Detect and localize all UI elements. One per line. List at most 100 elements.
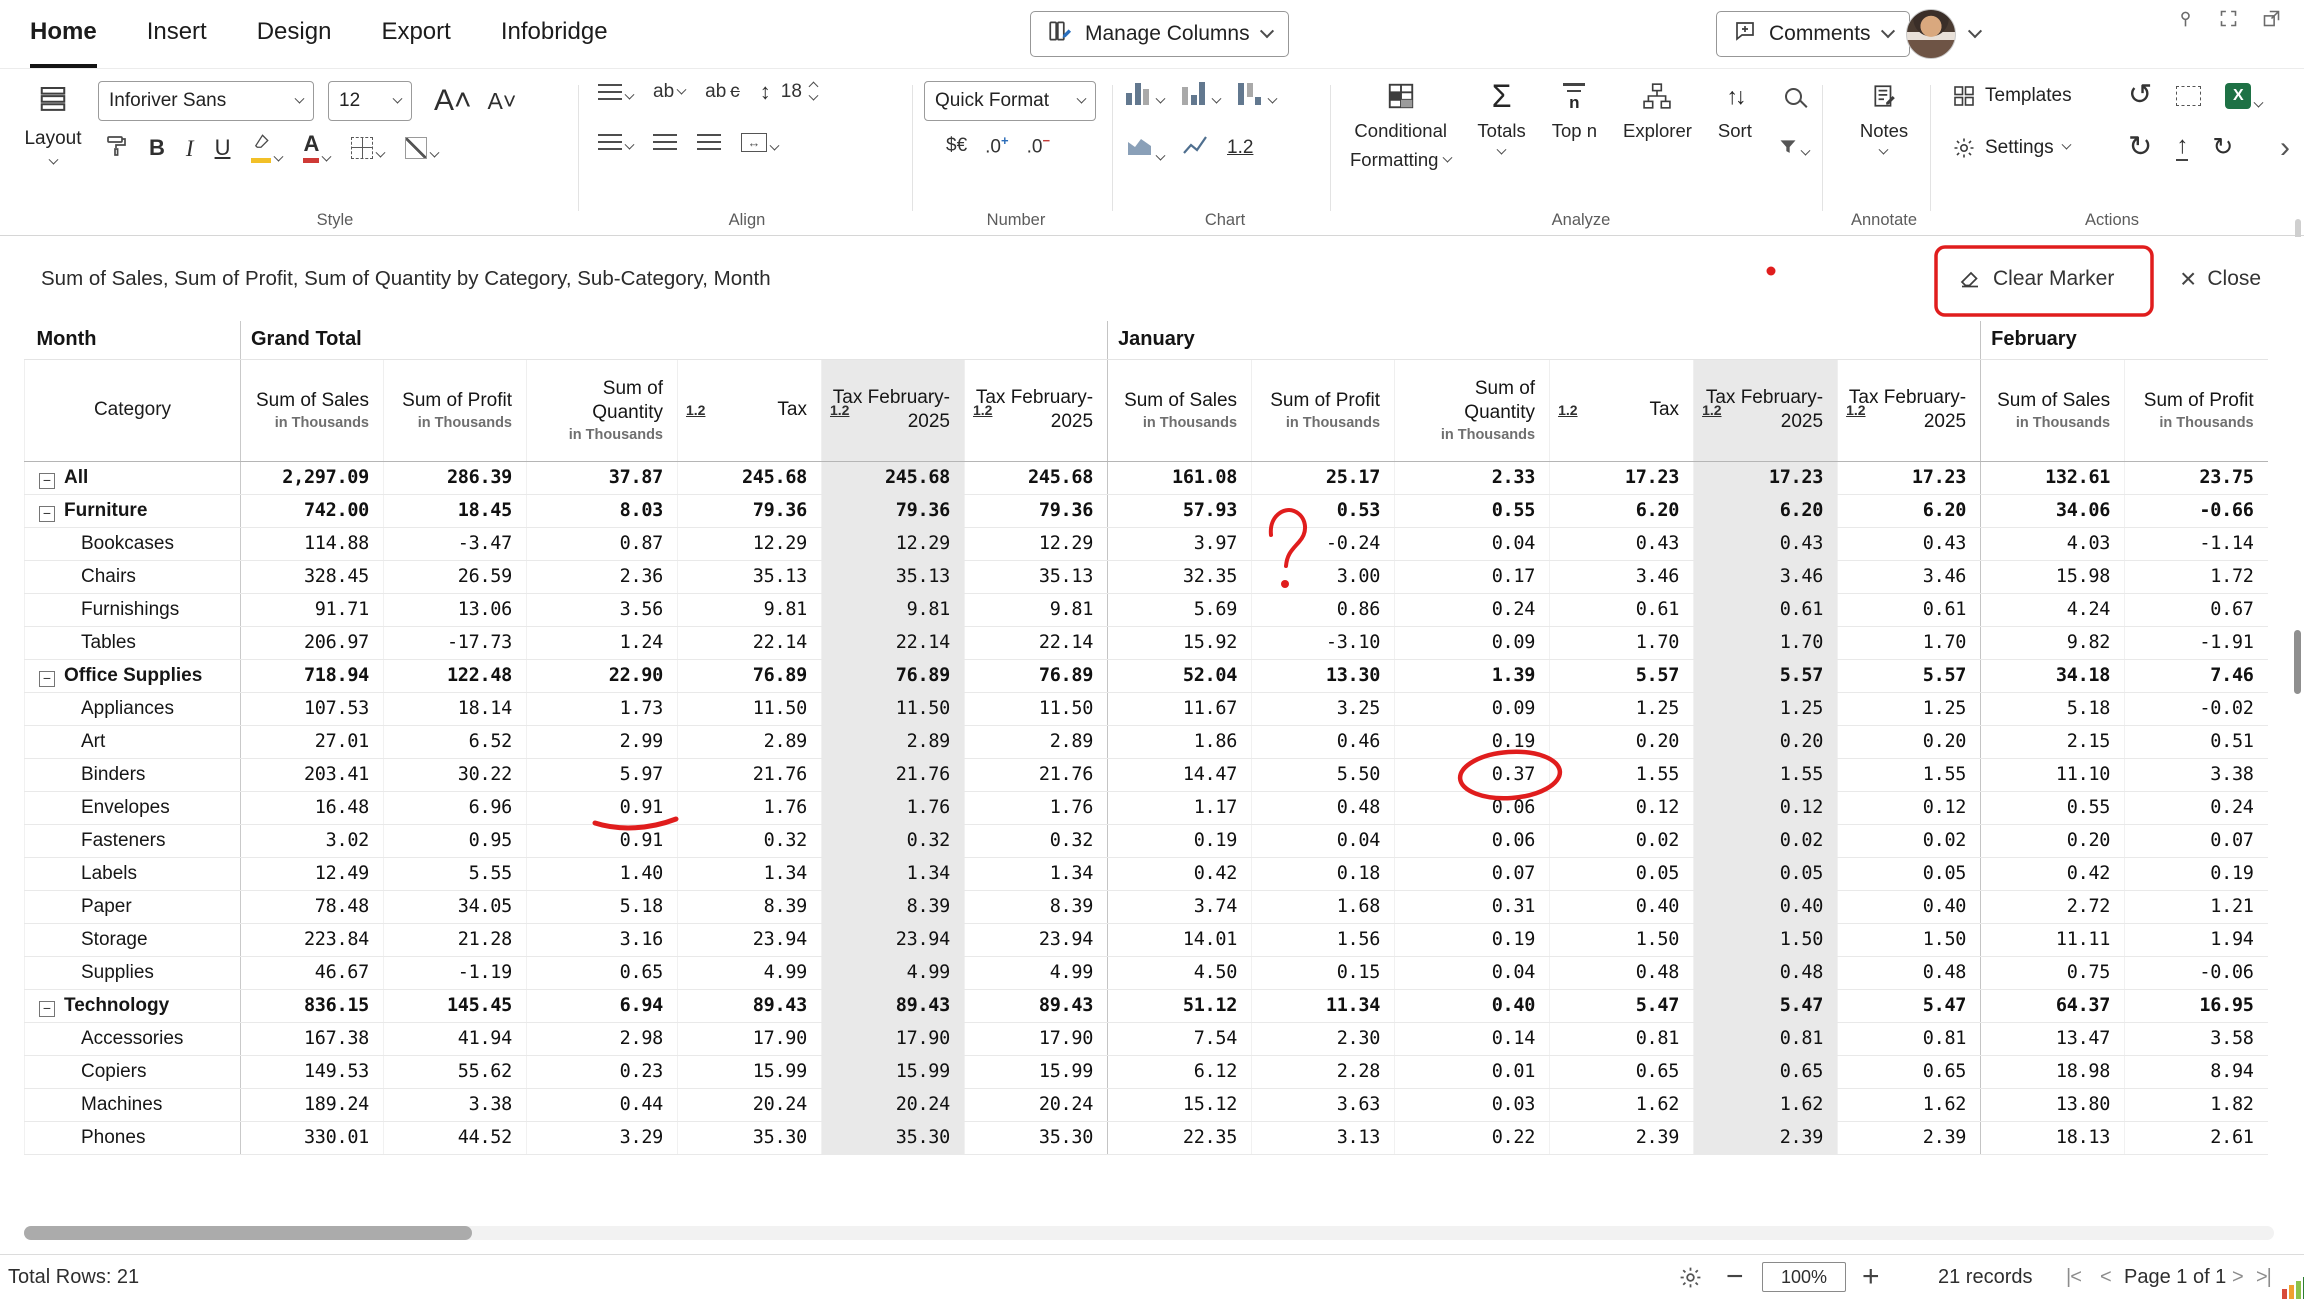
value-cell[interactable]: 189.24 bbox=[241, 1088, 384, 1121]
value-cell[interactable]: 0.40 bbox=[1838, 890, 1981, 923]
row-label[interactable]: Bookcases bbox=[25, 527, 241, 560]
row-label[interactable]: Accessories bbox=[25, 1022, 241, 1055]
collapse-icon[interactable]: − bbox=[39, 473, 55, 489]
value-cell[interactable]: 2.39 bbox=[1838, 1121, 1981, 1154]
collapse-icon[interactable]: − bbox=[39, 671, 55, 687]
currency-button[interactable]: $€ bbox=[946, 135, 967, 157]
value-cell[interactable]: 34.18 bbox=[1981, 659, 2125, 692]
value-cell[interactable]: -17.73 bbox=[384, 626, 527, 659]
value-cell[interactable]: 0.12 bbox=[1694, 791, 1838, 824]
value-cell[interactable]: 2.89 bbox=[678, 725, 822, 758]
column-header[interactable]: 1.2Tax February-2025 bbox=[965, 359, 1108, 461]
value-cell[interactable]: 1.50 bbox=[1694, 923, 1838, 956]
pin-icon[interactable] bbox=[2175, 8, 2196, 29]
value-cell[interactable]: 0.65 bbox=[1694, 1055, 1838, 1088]
waterfall-chart-button[interactable] bbox=[1238, 81, 1276, 105]
value-cell[interactable]: -3.47 bbox=[384, 527, 527, 560]
column-header[interactable]: 1.2Tax February-2025 bbox=[1694, 359, 1838, 461]
number-format-button[interactable]: 1.2 bbox=[1227, 137, 1253, 159]
row-label[interactable]: Machines bbox=[25, 1088, 241, 1121]
value-cell[interactable]: 6.52 bbox=[384, 725, 527, 758]
first-page-button[interactable]: |< bbox=[2066, 1255, 2081, 1299]
value-cell[interactable]: 0.43 bbox=[1838, 527, 1981, 560]
popout-icon[interactable] bbox=[2261, 8, 2282, 29]
value-cell[interactable]: 1.55 bbox=[1838, 758, 1981, 791]
last-page-button[interactable]: >| bbox=[2256, 1255, 2271, 1299]
close-button[interactable]: × Close bbox=[2180, 251, 2261, 307]
value-cell[interactable]: 1.70 bbox=[1550, 626, 1694, 659]
value-cell[interactable]: 34.05 bbox=[384, 890, 527, 923]
value-cell[interactable]: 1.82 bbox=[2125, 1088, 2268, 1121]
value-cell[interactable]: 79.36 bbox=[678, 494, 822, 527]
value-cell[interactable]: 167.38 bbox=[241, 1022, 384, 1055]
explorer-button[interactable]: Explorer bbox=[1623, 79, 1692, 171]
value-cell[interactable]: 6.12 bbox=[1108, 1055, 1252, 1088]
value-cell[interactable]: 3.00 bbox=[1252, 560, 1395, 593]
value-cell[interactable]: 20.24 bbox=[965, 1088, 1108, 1121]
value-cell[interactable]: 1.73 bbox=[527, 692, 678, 725]
column-header[interactable]: 1.2Tax bbox=[1550, 359, 1694, 461]
value-cell[interactable]: 1.86 bbox=[1108, 725, 1252, 758]
value-cell[interactable]: 0.81 bbox=[1550, 1022, 1694, 1055]
value-cell[interactable]: 3.56 bbox=[527, 593, 678, 626]
value-cell[interactable]: 89.43 bbox=[822, 989, 965, 1022]
frame-icon[interactable] bbox=[2176, 86, 2201, 106]
value-cell[interactable]: 330.01 bbox=[241, 1121, 384, 1154]
value-cell[interactable]: 3.38 bbox=[2125, 758, 2268, 791]
zoom-in-button[interactable]: + bbox=[1862, 1255, 1880, 1299]
value-cell[interactable]: 0.40 bbox=[1550, 890, 1694, 923]
value-cell[interactable]: 17.23 bbox=[1838, 461, 1981, 494]
value-cell[interactable]: 0.02 bbox=[1838, 824, 1981, 857]
horizontal-scrollbar-thumb[interactable] bbox=[24, 1226, 472, 1240]
value-cell[interactable]: 3.74 bbox=[1108, 890, 1252, 923]
value-cell[interactable]: 76.89 bbox=[822, 659, 965, 692]
value-cell[interactable]: 22.35 bbox=[1108, 1121, 1252, 1154]
wrap-text-button[interactable]: ab bbox=[653, 81, 685, 103]
value-cell[interactable]: 1.55 bbox=[1550, 758, 1694, 791]
value-cell[interactable]: 0.91 bbox=[527, 791, 678, 824]
value-cell[interactable]: 8.39 bbox=[678, 890, 822, 923]
row-label[interactable]: Tables bbox=[25, 626, 241, 659]
value-cell[interactable]: 52.04 bbox=[1108, 659, 1252, 692]
value-cell[interactable]: 3.46 bbox=[1550, 560, 1694, 593]
column-header[interactable]: 1.2Tax bbox=[678, 359, 822, 461]
value-cell[interactable]: 0.48 bbox=[1252, 791, 1395, 824]
value-cell[interactable]: 35.30 bbox=[678, 1121, 822, 1154]
value-cell[interactable]: 1.40 bbox=[527, 857, 678, 890]
value-cell[interactable]: 0.43 bbox=[1550, 527, 1694, 560]
value-cell[interactable]: 0.32 bbox=[822, 824, 965, 857]
value-cell[interactable]: 35.13 bbox=[822, 560, 965, 593]
value-cell[interactable]: 79.36 bbox=[822, 494, 965, 527]
value-cell[interactable]: 6.94 bbox=[527, 989, 678, 1022]
value-cell[interactable]: 13.06 bbox=[384, 593, 527, 626]
value-cell[interactable]: 0.42 bbox=[1981, 857, 2125, 890]
value-cell[interactable]: 5.47 bbox=[1694, 989, 1838, 1022]
upload-icon[interactable]: ↑ bbox=[2176, 134, 2188, 161]
value-cell[interactable]: 23.94 bbox=[678, 923, 822, 956]
value-cell[interactable]: 9.81 bbox=[678, 593, 822, 626]
value-cell[interactable]: 35.13 bbox=[965, 560, 1108, 593]
value-cell[interactable]: 17.90 bbox=[965, 1022, 1108, 1055]
value-cell[interactable]: 13.30 bbox=[1252, 659, 1395, 692]
value-cell[interactable]: 328.45 bbox=[241, 560, 384, 593]
value-cell[interactable]: 64.37 bbox=[1981, 989, 2125, 1022]
increase-decimal-button[interactable]: .0+ bbox=[985, 133, 1008, 158]
value-cell[interactable]: 21.76 bbox=[822, 758, 965, 791]
value-cell[interactable]: 15.98 bbox=[1981, 560, 2125, 593]
value-cell[interactable]: 18.45 bbox=[384, 494, 527, 527]
value-cell[interactable]: 23.94 bbox=[965, 923, 1108, 956]
borders-button[interactable] bbox=[351, 137, 384, 159]
value-cell[interactable]: 0.65 bbox=[1838, 1055, 1981, 1088]
value-cell[interactable]: 0.40 bbox=[1694, 890, 1838, 923]
value-cell[interactable]: 3.46 bbox=[1694, 560, 1838, 593]
value-cell[interactable]: 0.61 bbox=[1694, 593, 1838, 626]
value-cell[interactable]: 3.38 bbox=[384, 1088, 527, 1121]
quick-format-select[interactable]: Quick Format bbox=[924, 81, 1096, 121]
value-cell[interactable]: -3.10 bbox=[1252, 626, 1395, 659]
value-cell[interactable]: 8.03 bbox=[527, 494, 678, 527]
value-cell[interactable]: 14.47 bbox=[1108, 758, 1252, 791]
value-cell[interactable]: 3.58 bbox=[2125, 1022, 2268, 1055]
inforiver-logo-icon[interactable] bbox=[2282, 1255, 2304, 1299]
underline-button[interactable]: U bbox=[215, 137, 231, 159]
increase-font-icon[interactable]: A˄ bbox=[434, 86, 472, 116]
